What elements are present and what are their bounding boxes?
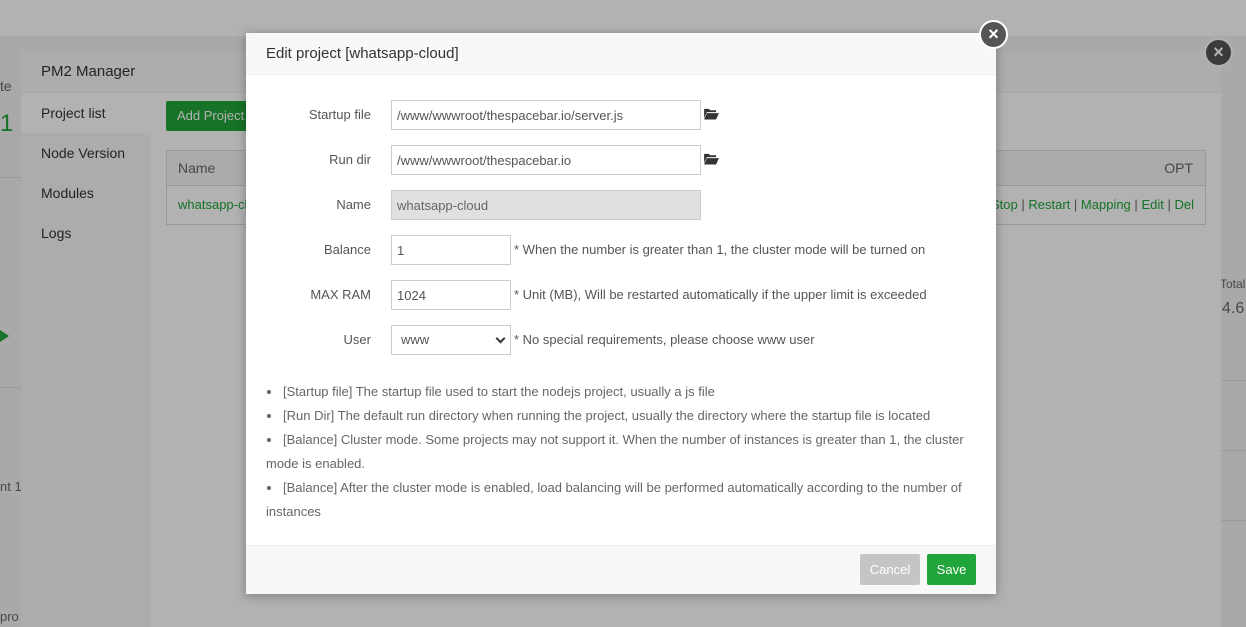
name-input <box>391 190 701 220</box>
name-row: Name <box>246 190 996 220</box>
list-item: [Balance] Cluster mode. Some projects ma… <box>266 432 964 471</box>
balance-hint: * When the number is greater than 1, the… <box>514 242 926 257</box>
user-label: User <box>343 332 371 347</box>
list-item: [Run Dir] The default run directory when… <box>266 404 976 428</box>
close-icon[interactable]: × <box>979 20 1008 49</box>
startup-file-row: Startup file <box>246 100 996 130</box>
user-hint: * No special requirements, please choose… <box>514 332 815 347</box>
user-select-value: www <box>401 332 430 347</box>
chevron-down-icon <box>495 333 506 344</box>
user-row: User www * No special requirements, plea… <box>246 325 996 355</box>
folder-open-icon[interactable] <box>704 153 719 165</box>
help-notes: [Startup file] The startup file used to … <box>266 380 976 524</box>
max-ram-input[interactable] <box>391 280 511 310</box>
run-dir-label: Run dir <box>329 152 371 167</box>
run-dir-input[interactable] <box>391 145 701 175</box>
folder-open-icon[interactable] <box>704 108 719 120</box>
max-ram-row: MAX RAM * Unit (MB), Will be restarted a… <box>246 280 996 310</box>
list-item: [Balance] After the cluster mode is enab… <box>266 480 962 519</box>
cancel-button[interactable]: Cancel <box>860 554 920 585</box>
dialog-title: Edit project [whatsapp-cloud] <box>246 33 996 75</box>
balance-label: Balance <box>324 242 371 257</box>
bullet-icon <box>267 485 271 490</box>
run-dir-row: Run dir <box>246 145 996 175</box>
name-label: Name <box>336 197 371 212</box>
max-ram-label: MAX RAM <box>310 287 371 302</box>
edit-project-dialog: Edit project [whatsapp-cloud] Startup fi… <box>246 33 996 594</box>
user-select[interactable]: www <box>391 325 511 355</box>
save-button[interactable]: Save <box>927 554 976 585</box>
bullet-icon <box>267 413 271 418</box>
balance-row: Balance * When the number is greater tha… <box>246 235 996 265</box>
dialog-footer: Cancel Save <box>246 545 996 594</box>
startup-file-label: Startup file <box>308 107 371 122</box>
max-ram-hint: * Unit (MB), Will be restarted automatic… <box>514 287 927 302</box>
list-item: [Startup file] The startup file used to … <box>266 380 976 404</box>
bullet-icon <box>267 437 271 442</box>
bullet-icon <box>267 389 271 394</box>
balance-input[interactable] <box>391 235 511 265</box>
startup-file-input[interactable] <box>391 100 701 130</box>
